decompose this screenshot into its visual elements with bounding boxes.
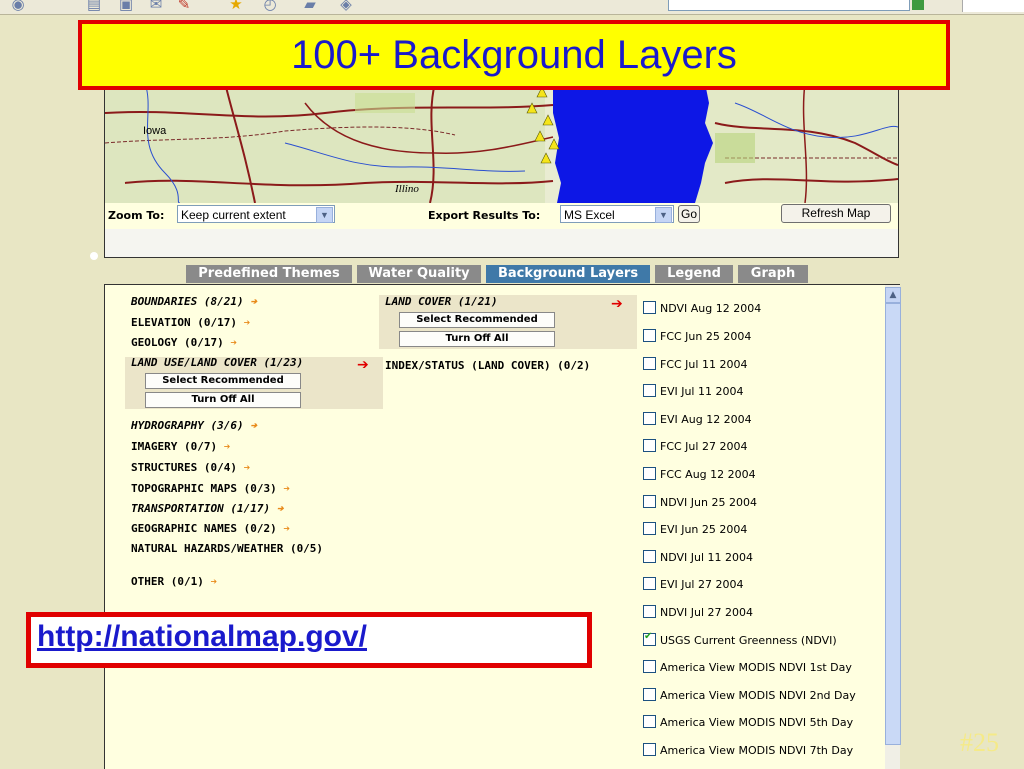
go-icon[interactable] [912, 0, 924, 10]
layer-checkbox[interactable] [643, 522, 656, 535]
scroll-thumb[interactable] [885, 303, 901, 745]
category-hydrography[interactable]: HYDROGRAPHY (3/6) ➔ [131, 419, 257, 432]
layer-checkbox[interactable] [643, 384, 656, 397]
category-other[interactable]: OTHER (0/1) ➔ [131, 575, 217, 588]
layer-item[interactable]: FCC Jun 25 2004 [643, 329, 751, 345]
favorites-star-icon[interactable]: ★ [228, 0, 244, 12]
print-icon[interactable]: ▣ [118, 0, 134, 12]
layer-item[interactable]: FCC Jul 27 2004 [643, 439, 747, 455]
nationalmap-link[interactable]: http://nationalmap.gov/ [37, 620, 367, 654]
layer-item[interactable]: America View MODIS NDVI 7th Day [643, 743, 853, 759]
back-icon[interactable]: ◉ [10, 0, 26, 12]
page-icon[interactable]: ▤ [86, 0, 102, 12]
slide-number: #25 [960, 728, 999, 757]
refresh-map-button[interactable]: Refresh Map [781, 204, 891, 223]
layer-item[interactable]: EVI Jul 27 2004 [643, 577, 743, 593]
history-icon[interactable]: ◴ [262, 0, 278, 12]
tab-graph[interactable]: Graph [738, 265, 808, 283]
layer-item[interactable]: EVI Aug 12 2004 [643, 412, 752, 428]
layer-item[interactable]: America View MODIS NDVI 5th Day [643, 715, 853, 731]
map-view[interactable]: Iowa Illino [105, 83, 898, 203]
tools-icon[interactable]: ◈ [338, 0, 354, 12]
map-controls-bar: Zoom To: Keep current extent ▼ Export Re… [105, 203, 898, 229]
export-format-value: MS Excel [564, 208, 615, 222]
layer-checkbox[interactable] [643, 743, 656, 756]
layer-checkbox[interactable] [643, 467, 656, 480]
tab-predefined-themes[interactable]: Predefined Themes [186, 265, 352, 283]
select-recommended-button[interactable]: Select Recommended [145, 373, 301, 389]
go-button[interactable]: Go [678, 205, 700, 223]
zoom-to-value: Keep current extent [181, 208, 286, 222]
background-layers-panel: BOUNDARIES (8/21) ➔ ELEVATION (0/17) ➔ G… [104, 284, 901, 769]
category-boundaries[interactable]: BOUNDARIES (8/21) ➔ [131, 295, 257, 308]
layer-item[interactable]: America View MODIS NDVI 2nd Day [643, 688, 856, 704]
edit-icon[interactable]: ✎ [176, 0, 192, 12]
mail-icon[interactable]: ✉ [148, 0, 164, 12]
scroll-up-icon[interactable]: ▲ [885, 287, 901, 303]
layer-item[interactable]: NDVI Jun 25 2004 [643, 495, 757, 511]
category-natural-hazards-weather[interactable]: NATURAL HAZARDS/WEATHER (0/5) [131, 543, 341, 554]
layer-checkbox[interactable] [643, 660, 656, 673]
layer-checkbox[interactable] [643, 301, 656, 314]
category-elevation[interactable]: ELEVATION (0/17) ➔ [131, 316, 250, 329]
bullet-point [90, 252, 98, 260]
layer-item[interactable]: NDVI Jul 27 2004 [643, 605, 753, 621]
layer-item[interactable]: NDVI Jul 11 2004 [643, 550, 753, 566]
layer-checkbox[interactable] [643, 412, 656, 425]
slide-title-banner: 100+ Background Layers [78, 20, 950, 90]
layer-checkbox[interactable] [643, 357, 656, 370]
tab-legend[interactable]: Legend [655, 265, 733, 283]
category-transportation[interactable]: TRANSPORTATION (1/17) ➔ [131, 502, 283, 515]
address-bar[interactable] [668, 0, 910, 11]
layer-checkbox-checked[interactable] [643, 631, 656, 646]
turn-off-all-button[interactable]: Turn Off All [145, 392, 301, 408]
map-label-iowa: Iowa [143, 125, 167, 137]
select-recommended-button-land-cover[interactable]: Select Recommended [399, 312, 555, 328]
turn-off-all-button-land-cover[interactable]: Turn Off All [399, 331, 555, 347]
subcategory-index-status[interactable]: INDEX/STATUS (LAND COVER) (0/2) [385, 360, 595, 371]
layer-item[interactable]: America View MODIS NDVI 1st Day [643, 660, 852, 676]
map-label-illinois: Illino [395, 183, 419, 195]
tab-background-layers[interactable]: Background Layers [486, 265, 650, 283]
category-geographic-names[interactable]: GEOGRAPHIC NAMES (0/2) ➔ [131, 522, 290, 535]
tab-water-quality[interactable]: Water Quality [357, 265, 481, 283]
category-land-use-land-cover[interactable]: LAND USE/LAND COVER (1/23) [131, 356, 303, 369]
category-geology[interactable]: GEOLOGY (0/17) ➔ [131, 336, 237, 349]
export-format-select[interactable]: MS Excel ▼ [560, 205, 674, 223]
layer-checkbox[interactable] [643, 577, 656, 590]
layer-checkbox[interactable] [643, 550, 656, 563]
layer-checkbox[interactable] [643, 715, 656, 728]
layers-scrollbar[interactable]: ▲ [885, 285, 901, 769]
expanded-arrow-icon: ➔ [611, 296, 623, 312]
layer-checkbox[interactable] [643, 688, 656, 701]
layer-checkbox[interactable] [643, 439, 656, 452]
layer-checkbox[interactable] [643, 605, 656, 618]
zoom-to-select[interactable]: Keep current extent ▼ [177, 205, 335, 223]
category-topographic-maps[interactable]: TOPOGRAPHIC MAPS (0/3) ➔ [131, 482, 290, 495]
folder-icon[interactable]: ▰ [302, 0, 318, 12]
subcategory-land-cover[interactable]: LAND COVER (1/21) [385, 295, 498, 308]
layer-checkbox[interactable] [643, 329, 656, 342]
category-imagery[interactable]: IMAGERY (0/7) ➔ [131, 440, 230, 453]
layer-checkbox[interactable] [643, 495, 656, 508]
layer-item[interactable]: EVI Jul 11 2004 [643, 384, 743, 400]
search-box[interactable] [962, 0, 1024, 12]
layer-item[interactable]: USGS Current Greenness (NDVI) [643, 631, 837, 649]
export-results-label: Export Results To: [428, 209, 541, 222]
layer-item[interactable]: FCC Jul 11 2004 [643, 357, 747, 373]
url-callout-box: http://nationalmap.gov/ [26, 612, 592, 668]
layer-item[interactable]: NDVI Aug 12 2004 [643, 301, 761, 317]
expanded-arrow-icon: ➔ [357, 357, 369, 373]
map-panel: Iowa Illino Zoom To: Keep current extent… [104, 82, 899, 258]
layer-item[interactable]: FCC Aug 12 2004 [643, 467, 756, 483]
zoom-to-label: Zoom To: [108, 209, 165, 222]
category-structures[interactable]: STRUCTURES (0/4) ➔ [131, 461, 250, 474]
chevron-down-icon[interactable]: ▼ [316, 207, 333, 223]
chevron-down-icon[interactable]: ▼ [655, 207, 672, 223]
layer-item[interactable]: EVI Jun 25 2004 [643, 522, 747, 538]
